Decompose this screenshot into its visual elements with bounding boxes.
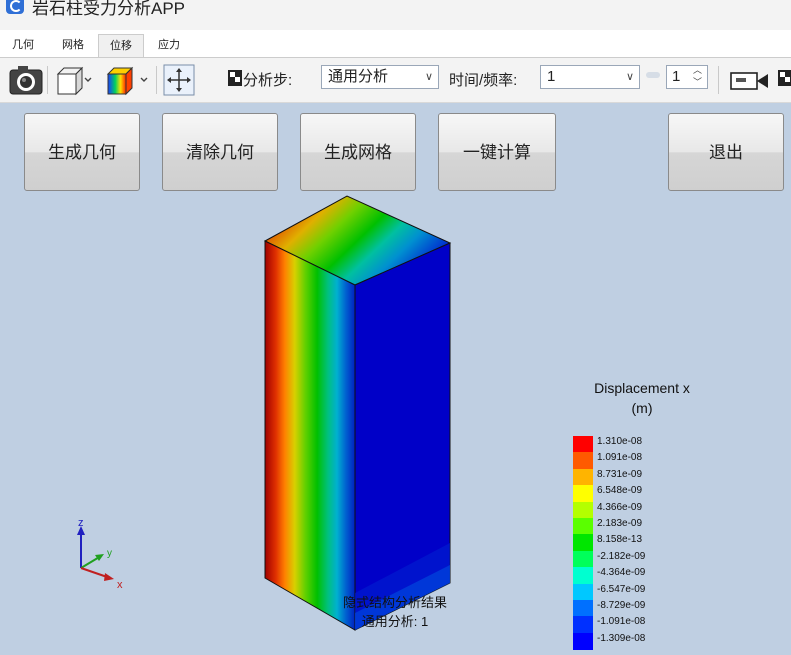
generate-mesh-button[interactable]: 生成网格: [300, 113, 416, 191]
legend-swatch: [573, 583, 593, 601]
legend-label: 8.731e-09: [597, 468, 643, 480]
exit-button[interactable]: 退出: [668, 113, 784, 191]
legend-swatch: [573, 485, 593, 503]
axis-triad: z y x: [77, 518, 123, 591]
axis-y-label: y: [107, 548, 112, 559]
toolbar: 分析步: 通用分析 ∨ 时间/频率: 1 ∨ 1 ︿ ﹀: [0, 58, 791, 103]
one-click-compute-button[interactable]: 一键计算: [438, 113, 556, 191]
axis-z-label: z: [78, 518, 84, 529]
legend-swatch: [573, 501, 593, 519]
legend-swatch: [573, 600, 593, 617]
tab-displacement[interactable]: 位移: [98, 34, 144, 57]
legend-label: 1.310e-08: [597, 436, 643, 447]
move-icon[interactable]: [163, 64, 195, 101]
legend-label: 4.366e-09: [597, 501, 643, 513]
generate-geometry-button[interactable]: 生成几何: [24, 113, 140, 191]
time-frequency-label: 时间/频率:: [449, 72, 518, 89]
legend-swatch: [573, 452, 593, 470]
time-frequency-value: 1: [547, 68, 556, 85]
menu-bar: 几何 网格 位移 应力: [0, 30, 791, 58]
3d-viewport[interactable]: 生成几何 清除几何 生成网格 一键计算 退出 z y x Displacemen…: [0, 103, 791, 655]
frame-spinbox[interactable]: 1 ︿ ﹀: [666, 65, 708, 89]
step-icon: [228, 70, 242, 91]
clear-geometry-button[interactable]: 清除几何: [162, 113, 278, 191]
toolbar-separator: [47, 66, 48, 94]
result-step: 通用分析: 1: [361, 614, 429, 629]
legend-label: 8.158e-13: [597, 534, 643, 546]
legend-swatch: [573, 518, 593, 535]
step-icon: [778, 70, 791, 91]
legend-label: -2.182e-09: [597, 550, 646, 562]
chevron-down-icon: ∨: [625, 71, 634, 83]
legend-title-unit: (m): [631, 400, 653, 416]
app-logo-icon: [6, 0, 24, 14]
legend-swatch: [573, 616, 593, 634]
analysis-step-value: 通用分析: [328, 68, 389, 85]
toolbar-separator: [718, 66, 719, 94]
legend-title: Displacement x (m): [572, 378, 712, 418]
step-label: 分析步:: [243, 72, 293, 89]
title-bar: 岩石柱受力分析APP: [0, 0, 791, 30]
result-title: 隐式结构分析结果: [342, 595, 447, 610]
legend-swatch: [573, 468, 593, 486]
axis-x-label: x: [117, 579, 123, 591]
spin-arrows-icon: ︿ ﹀: [692, 65, 702, 87]
legend-label: -4.364e-09: [597, 567, 646, 579]
legend-label: 6.548e-09: [597, 485, 643, 497]
legend-swatch: [573, 567, 593, 585]
legend-label: 1.091e-08: [597, 452, 643, 464]
legend-label: -8.729e-09: [597, 600, 646, 611]
legend-title-quantity: Displacement x: [594, 380, 690, 396]
frame-spinbox-value: 1: [672, 68, 681, 85]
tab-stress[interactable]: 应力: [150, 34, 188, 57]
legend-label: -6.547e-09: [597, 583, 646, 595]
chevron-down-icon: ∨: [424, 71, 433, 83]
result-caption: 隐式结构分析结果 通用分析: 1: [325, 593, 465, 631]
legend-label: -1.091e-08: [597, 616, 646, 628]
time-frequency-select[interactable]: 1 ∨: [540, 65, 640, 89]
legend-label: 2.183e-09: [597, 518, 643, 529]
cube-view-icon[interactable]: [54, 66, 94, 101]
legend-swatch: [573, 550, 593, 568]
legend-swatch: [573, 632, 593, 650]
video-icon[interactable]: [730, 70, 770, 97]
camera-icon[interactable]: [8, 64, 44, 101]
slider-icon[interactable]: [646, 72, 660, 78]
tab-mesh[interactable]: 网格: [56, 34, 90, 57]
legend-swatch: [573, 436, 593, 453]
legend-swatch: [573, 534, 593, 552]
color-map-icon[interactable]: [104, 66, 150, 101]
app-title: 岩石柱受力分析APP: [32, 0, 186, 18]
tab-geometry[interactable]: 几何: [8, 34, 38, 57]
toolbar-separator: [156, 66, 157, 94]
rock-column-model: [263, 195, 452, 631]
analysis-step-select[interactable]: 通用分析 ∨: [321, 65, 439, 89]
legend-label: -1.309e-08: [597, 632, 646, 644]
